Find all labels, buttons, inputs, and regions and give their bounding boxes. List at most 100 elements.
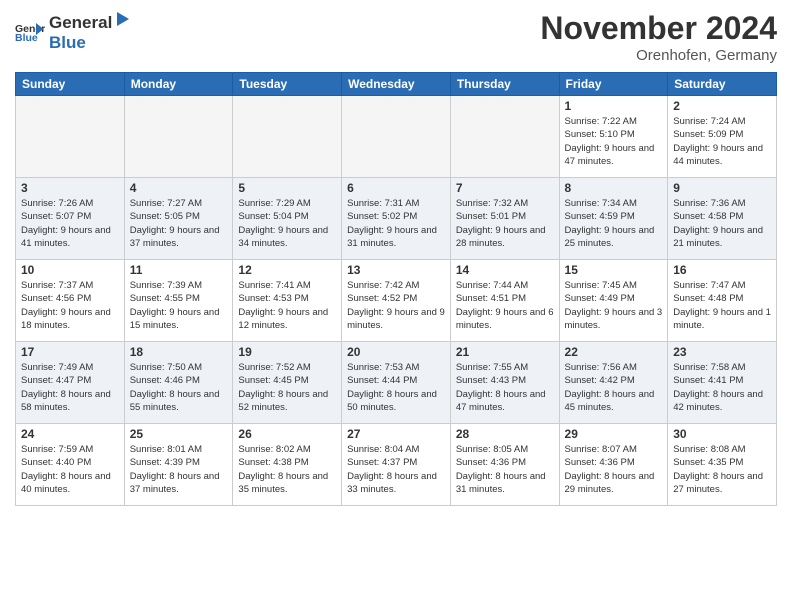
day-number: 19 [238, 345, 336, 359]
day-info: Sunrise: 7:58 AM Sunset: 4:41 PM Dayligh… [673, 361, 771, 414]
day-number: 15 [565, 263, 663, 277]
table-cell [124, 96, 233, 178]
day-info: Sunrise: 8:04 AM Sunset: 4:37 PM Dayligh… [347, 443, 445, 496]
table-cell: 14Sunrise: 7:44 AM Sunset: 4:51 PM Dayli… [450, 260, 559, 342]
day-info: Sunrise: 7:47 AM Sunset: 4:48 PM Dayligh… [673, 279, 771, 332]
day-number: 3 [21, 181, 119, 195]
day-info: Sunrise: 8:08 AM Sunset: 4:35 PM Dayligh… [673, 443, 771, 496]
weekday-header-row: Sunday Monday Tuesday Wednesday Thursday… [16, 73, 777, 96]
day-info: Sunrise: 7:59 AM Sunset: 4:40 PM Dayligh… [21, 443, 119, 496]
day-number: 30 [673, 427, 771, 441]
day-info: Sunrise: 7:53 AM Sunset: 4:44 PM Dayligh… [347, 361, 445, 414]
day-number: 13 [347, 263, 445, 277]
header-monday: Monday [124, 73, 233, 96]
day-info: Sunrise: 7:26 AM Sunset: 5:07 PM Dayligh… [21, 197, 119, 250]
table-cell: 7 Sunrise: 7:32 AM Sunset: 5:01 PM Daylig… [450, 178, 559, 260]
table-cell: 16 Sunrise: 7:47 AM Sunset: 4:48 PM Dayli… [668, 260, 777, 342]
day-number: 27 [347, 427, 445, 441]
table-cell: 6 Sunrise: 7:31 AM Sunset: 5:02 PM Daylig… [342, 178, 451, 260]
day-info: Sunrise: 7:49 AM Sunset: 4:47 PM Dayligh… [21, 361, 119, 414]
header-thursday: Thursday [450, 73, 559, 96]
table-cell: 10 Sunrise: 7:37 AM Sunset: 4:56 PM Dayli… [16, 260, 125, 342]
week-row-4: 17 Sunrise: 7:49 AM Sunset: 4:47 PM Dayli… [16, 342, 777, 424]
logo-blue: Blue [49, 33, 86, 52]
logo: General Blue General Blue [15, 10, 132, 53]
day-number: 1 [565, 99, 663, 113]
day-number: 11 [130, 263, 228, 277]
day-number: 22 [565, 345, 663, 359]
week-row-1: 1 Sunrise: 7:22 AM Sunset: 5:10 PM Daylig… [16, 96, 777, 178]
logo-triangle-icon [113, 10, 131, 28]
table-cell: 18Sunrise: 7:50 AM Sunset: 4:46 PM Dayli… [124, 342, 233, 424]
table-cell: 13 Sunrise: 7:42 AM Sunset: 4:52 PM Dayli… [342, 260, 451, 342]
day-info: Sunrise: 8:07 AM Sunset: 4:36 PM Dayligh… [565, 443, 663, 496]
table-cell [342, 96, 451, 178]
header-sunday: Sunday [16, 73, 125, 96]
table-cell: 8 Sunrise: 7:34 AM Sunset: 4:59 PM Daylig… [559, 178, 668, 260]
table-cell [233, 96, 342, 178]
day-info: Sunrise: 7:36 AM Sunset: 4:58 PM Dayligh… [673, 197, 771, 250]
table-cell: 28Sunrise: 8:05 AM Sunset: 4:36 PM Dayli… [450, 424, 559, 506]
day-info: Sunrise: 8:02 AM Sunset: 4:38 PM Dayligh… [238, 443, 336, 496]
week-row-2: 3 Sunrise: 7:26 AM Sunset: 5:07 PM Daylig… [16, 178, 777, 260]
day-number: 16 [673, 263, 771, 277]
day-info: Sunrise: 7:42 AM Sunset: 4:52 PM Dayligh… [347, 279, 445, 332]
header: General Blue General Blue November 2024 … [15, 10, 777, 64]
table-cell: 3 Sunrise: 7:26 AM Sunset: 5:07 PM Daylig… [16, 178, 125, 260]
day-number: 6 [347, 181, 445, 195]
day-info: Sunrise: 7:29 AM Sunset: 5:04 PM Dayligh… [238, 197, 336, 250]
day-number: 5 [238, 181, 336, 195]
day-info: Sunrise: 8:05 AM Sunset: 4:36 PM Dayligh… [456, 443, 554, 496]
day-info: Sunrise: 7:55 AM Sunset: 4:43 PM Dayligh… [456, 361, 554, 414]
table-cell: 2Sunrise: 7:24 AM Sunset: 5:09 PM Daylig… [668, 96, 777, 178]
table-cell: 26 Sunrise: 8:02 AM Sunset: 4:38 PM Dayli… [233, 424, 342, 506]
day-info: Sunrise: 7:31 AM Sunset: 5:02 PM Dayligh… [347, 197, 445, 250]
day-info: Sunrise: 8:01 AM Sunset: 4:39 PM Dayligh… [130, 443, 228, 496]
day-info: Sunrise: 7:37 AM Sunset: 4:56 PM Dayligh… [21, 279, 119, 332]
table-cell: 22 Sunrise: 7:56 AM Sunset: 4:42 PM Dayli… [559, 342, 668, 424]
day-info: Sunrise: 7:24 AM Sunset: 5:09 PM Dayligh… [673, 115, 771, 168]
day-number: 17 [21, 345, 119, 359]
table-cell: 11 Sunrise: 7:39 AM Sunset: 4:55 PM Dayli… [124, 260, 233, 342]
table-cell [16, 96, 125, 178]
table-cell: 19 Sunrise: 7:52 AM Sunset: 4:45 PM Dayli… [233, 342, 342, 424]
month-title: November 2024 [540, 10, 777, 47]
week-row-3: 10 Sunrise: 7:37 AM Sunset: 4:56 PM Dayli… [16, 260, 777, 342]
logo-general: General [49, 13, 112, 33]
day-number: 29 [565, 427, 663, 441]
table-cell: 30 Sunrise: 8:08 AM Sunset: 4:35 PM Dayli… [668, 424, 777, 506]
day-number: 8 [565, 181, 663, 195]
day-number: 26 [238, 427, 336, 441]
header-saturday: Saturday [668, 73, 777, 96]
table-cell: 17 Sunrise: 7:49 AM Sunset: 4:47 PM Dayli… [16, 342, 125, 424]
day-number: 7 [456, 181, 554, 195]
header-tuesday: Tuesday [233, 73, 342, 96]
table-cell: 27 Sunrise: 8:04 AM Sunset: 4:37 PM Dayli… [342, 424, 451, 506]
day-number: 14 [456, 263, 554, 277]
day-number: 4 [130, 181, 228, 195]
table-cell: 9Sunrise: 7:36 AM Sunset: 4:58 PM Daylig… [668, 178, 777, 260]
day-info: Sunrise: 7:22 AM Sunset: 5:10 PM Dayligh… [565, 115, 663, 168]
table-cell: 21 Sunrise: 7:55 AM Sunset: 4:43 PM Dayli… [450, 342, 559, 424]
day-number: 24 [21, 427, 119, 441]
day-info: Sunrise: 7:56 AM Sunset: 4:42 PM Dayligh… [565, 361, 663, 414]
day-number: 25 [130, 427, 228, 441]
day-info: Sunrise: 7:45 AM Sunset: 4:49 PM Dayligh… [565, 279, 663, 332]
week-row-5: 24 Sunrise: 7:59 AM Sunset: 4:40 PM Dayli… [16, 424, 777, 506]
table-cell: 1 Sunrise: 7:22 AM Sunset: 5:10 PM Daylig… [559, 96, 668, 178]
day-info: Sunrise: 7:27 AM Sunset: 5:05 PM Dayligh… [130, 197, 228, 250]
calendar-table: Sunday Monday Tuesday Wednesday Thursday… [15, 72, 777, 506]
day-number: 21 [456, 345, 554, 359]
day-info: Sunrise: 7:52 AM Sunset: 4:45 PM Dayligh… [238, 361, 336, 414]
day-number: 23 [673, 345, 771, 359]
table-cell: 25 Sunrise: 8:01 AM Sunset: 4:39 PM Dayli… [124, 424, 233, 506]
table-cell: 23 Sunrise: 7:58 AM Sunset: 4:41 PM Dayli… [668, 342, 777, 424]
day-number: 12 [238, 263, 336, 277]
day-number: 10 [21, 263, 119, 277]
day-info: Sunrise: 7:32 AM Sunset: 5:01 PM Dayligh… [456, 197, 554, 250]
day-number: 18 [130, 345, 228, 359]
day-info: Sunrise: 7:39 AM Sunset: 4:55 PM Dayligh… [130, 279, 228, 332]
day-info: Sunrise: 7:34 AM Sunset: 4:59 PM Dayligh… [565, 197, 663, 250]
logo-icon: General Blue [15, 20, 45, 44]
svg-text:Blue: Blue [15, 32, 38, 44]
